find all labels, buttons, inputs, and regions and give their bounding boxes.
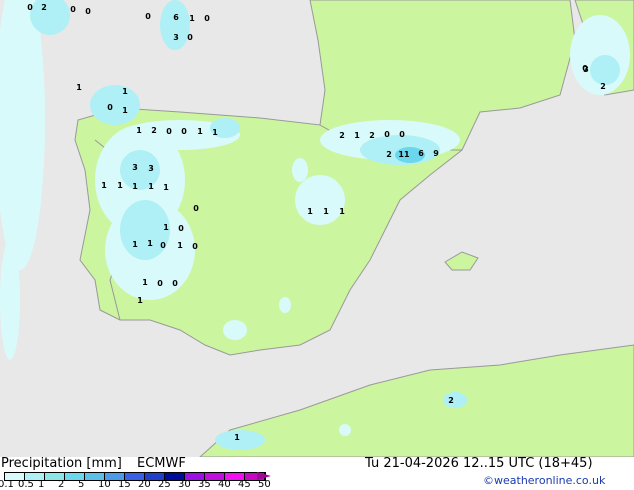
station-value: 1 — [136, 126, 142, 135]
precip-area — [295, 175, 345, 225]
station-value: 1 — [234, 433, 240, 442]
station-value: 1 — [147, 239, 153, 248]
station-value: 1 — [132, 240, 138, 249]
station-value: 0 — [193, 204, 199, 213]
station-value: 1 — [307, 207, 313, 216]
station-value: 1 — [101, 181, 107, 190]
map-title: Precipitation [mm] — [1, 456, 122, 471]
station-value: 1 — [76, 83, 82, 92]
station-value: 0 — [166, 127, 172, 136]
station-value: 1 — [142, 278, 148, 287]
station-value: 2 — [600, 82, 606, 91]
station-value: 0 — [160, 241, 166, 250]
precip-area — [223, 320, 247, 340]
station-value: 0 — [27, 3, 33, 12]
scale-tick-label: 1 — [38, 479, 45, 490]
station-value: 0 — [384, 130, 390, 139]
station-value: 1 — [117, 181, 123, 190]
station-value: 0 — [192, 242, 198, 251]
station-value: 1 — [323, 207, 329, 216]
station-value: 1 — [163, 223, 169, 232]
model-name: ECMWF — [137, 456, 186, 471]
station-value: 1 — [132, 182, 138, 191]
scale-tick-label: 40 — [218, 479, 231, 490]
station-value: 3 — [148, 164, 154, 173]
station-value: 0 — [172, 279, 178, 288]
station-value: 1 — [137, 296, 143, 305]
station-value: 2 — [41, 3, 47, 12]
station-value: 9 — [433, 149, 439, 158]
station-value: 6 — [418, 149, 424, 158]
station-value: 2 — [151, 126, 157, 135]
scale-tick-label: 35 — [198, 479, 211, 490]
station-value: 1 — [177, 241, 183, 250]
precip-area — [160, 0, 190, 50]
scale-tick-label: 10 — [98, 479, 111, 490]
station-value: 0 — [181, 127, 187, 136]
station-value: 2 — [339, 131, 345, 140]
station-value: 1 — [354, 131, 360, 140]
station-value: 1 — [197, 127, 203, 136]
valid-datetime: Tu 21-04-2026 12..15 UTC (18+45) — [365, 456, 593, 471]
station-value: 0 — [70, 5, 76, 14]
station-value: 0 — [145, 12, 151, 21]
scale-tick-label: 0.1 — [0, 479, 14, 490]
station-value: 0 — [85, 7, 91, 16]
station-value: 2 — [386, 150, 392, 159]
station-value: 1 — [122, 87, 128, 96]
precip-area — [279, 297, 291, 313]
precip-area — [590, 55, 620, 85]
precip-area — [339, 424, 351, 436]
station-value: 0 — [157, 279, 163, 288]
station-value: 3 — [173, 33, 179, 42]
scale-tick-label: 20 — [138, 479, 151, 490]
precipitation-map[interactable]: 0 2 0 0 0 6 1 0 3 0 1 1 0 1 1 2 0 0 1 1 3 3 1 1 1 1 1 2 1 2 0 0 2 11 6 9 1 1 1… — [0, 0, 634, 458]
credit-link[interactable]: ©weatheronline.co.uk — [483, 474, 605, 487]
station-value: 2 — [369, 131, 375, 140]
station-value: 11 — [398, 150, 410, 159]
precip-area — [120, 150, 160, 190]
precip-area — [443, 392, 467, 408]
scale-tick-label: 45 — [238, 479, 251, 490]
scale-tick-label: 0.5 — [18, 479, 34, 490]
scale-tick-label: 50 — [258, 479, 271, 490]
station-value: 1 — [212, 128, 218, 137]
station-value: 1 — [148, 182, 154, 191]
legend-footer: Precipitation [mm] ECMWF Tu 21-04-2026 1… — [0, 456, 634, 490]
precip-area — [0, 240, 20, 360]
station-value: 6 — [173, 13, 179, 22]
station-value: 1 — [189, 14, 195, 23]
scale-tick-label: 15 — [118, 479, 131, 490]
station-value: 0 — [204, 14, 210, 23]
scale-tick-label: 25 — [158, 479, 171, 490]
station-value: 0 — [187, 33, 193, 42]
station-value: 1 — [163, 183, 169, 192]
scale-tick-label: 5 — [78, 479, 85, 490]
scale-tick-label: 30 — [178, 479, 191, 490]
station-value: 2 — [448, 396, 454, 405]
station-value: 1 — [339, 207, 345, 216]
station-value: 0 — [399, 130, 405, 139]
station-value: 3 — [583, 65, 589, 74]
precip-area — [90, 85, 140, 125]
station-value: 3 — [132, 163, 138, 172]
station-value: 0 — [107, 103, 113, 112]
station-value: 1 — [122, 106, 128, 115]
map-canvas: 0 2 0 00 6 1 03 01 10 11 2 0 0 1 13 31 1 1 1 12 1 2 0 02 11 6 91 1 1… — [0, 0, 634, 458]
precip-area — [215, 430, 265, 450]
station-value: 0 — [178, 224, 184, 233]
scale-tick-label: 2 — [58, 479, 65, 490]
precip-area — [292, 158, 308, 182]
